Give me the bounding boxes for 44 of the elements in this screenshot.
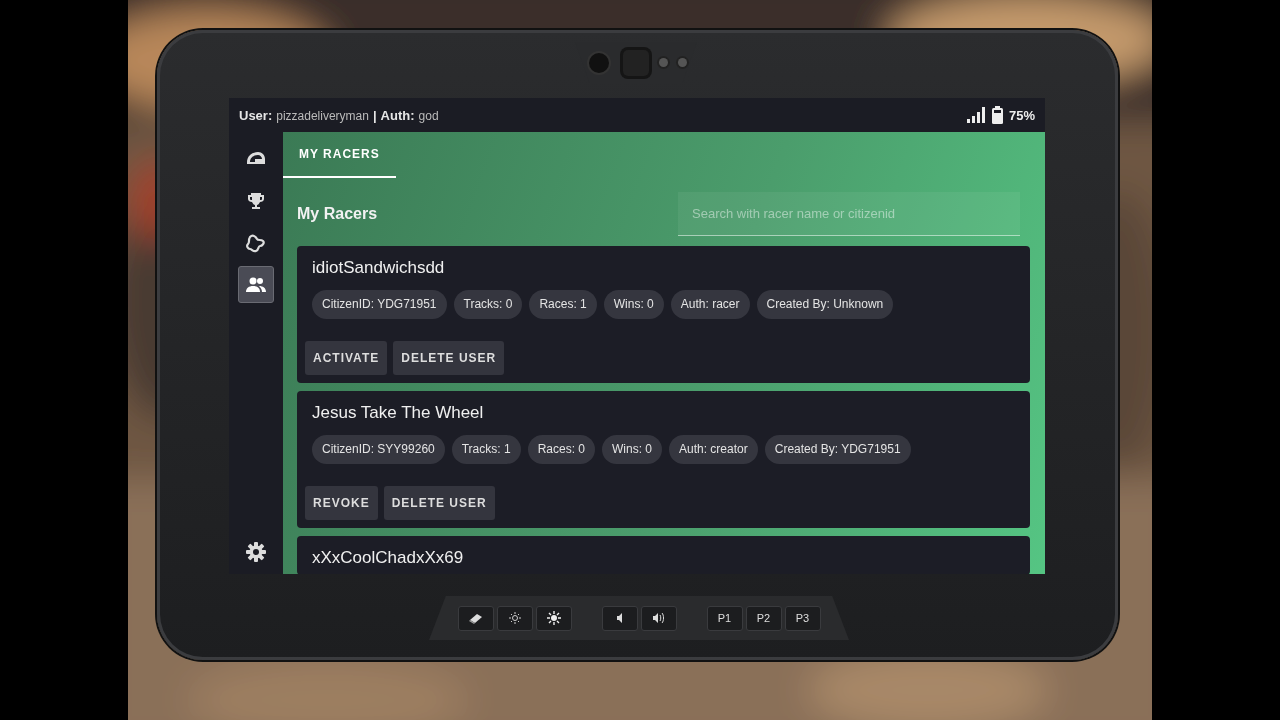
hardware-button[interactable] xyxy=(640,605,677,631)
info-chip: Wins: 0 xyxy=(602,435,662,464)
hardware-button[interactable]: P1 xyxy=(706,605,743,631)
auth-label: Auth: xyxy=(380,107,415,123)
user-name: pizzadeliveryman xyxy=(276,108,369,123)
info-chip: Created By: Unknown xyxy=(756,290,894,319)
info-chip: CitizenID: SYY99260 xyxy=(312,435,445,464)
info-chip: Wins: 0 xyxy=(603,290,664,319)
racer-name: Jesus Take The Wheel xyxy=(312,403,485,422)
hardware-button[interactable]: P2 xyxy=(745,605,782,631)
hardware-button[interactable] xyxy=(601,605,638,631)
user-label: User: xyxy=(239,107,273,123)
hardware-button[interactable] xyxy=(457,605,494,631)
sidebar-item[interactable] xyxy=(238,266,274,303)
info-chip: CitizenID: YDG71951 xyxy=(312,290,447,319)
info-chip: Auth: racer xyxy=(670,290,750,319)
speaker-icon xyxy=(617,613,622,623)
separator: | xyxy=(372,107,377,123)
info-chip: Auth: creator xyxy=(669,435,758,464)
action-button[interactable]: ACTIVATE xyxy=(305,341,388,375)
battery-icon xyxy=(991,106,1003,124)
tab[interactable]: MY RACERS xyxy=(283,132,396,178)
auth-value: god xyxy=(418,108,439,123)
signal-icon xyxy=(966,107,986,123)
info-chip: Tracks: 1 xyxy=(451,435,521,464)
light-icon xyxy=(678,58,687,67)
action-button[interactable]: DELETE USER xyxy=(393,341,505,375)
hardware-button[interactable] xyxy=(535,605,572,631)
battery-percent: 75% xyxy=(1008,107,1035,123)
settings-icon xyxy=(245,540,267,563)
racer-name: idiotSandwichsdd xyxy=(312,258,446,277)
page-title: My Racers xyxy=(297,205,378,223)
info-chip: Races: 0 xyxy=(527,435,595,464)
action-button[interactable]: DELETE USER xyxy=(383,486,495,520)
racer-name: xXxCoolChadxXx69 xyxy=(312,548,465,567)
camera-icon xyxy=(623,49,649,76)
action-button[interactable]: REVOKE xyxy=(305,486,378,520)
info-chip: Races: 1 xyxy=(529,290,597,319)
bright-icon xyxy=(544,610,563,626)
sensor-icon xyxy=(589,52,609,73)
info-chip: Created By: YDG71951 xyxy=(764,435,911,464)
light-icon xyxy=(659,58,668,67)
hardware-button[interactable]: P3 xyxy=(784,605,821,631)
info-chip: Tracks: 0 xyxy=(453,290,523,319)
